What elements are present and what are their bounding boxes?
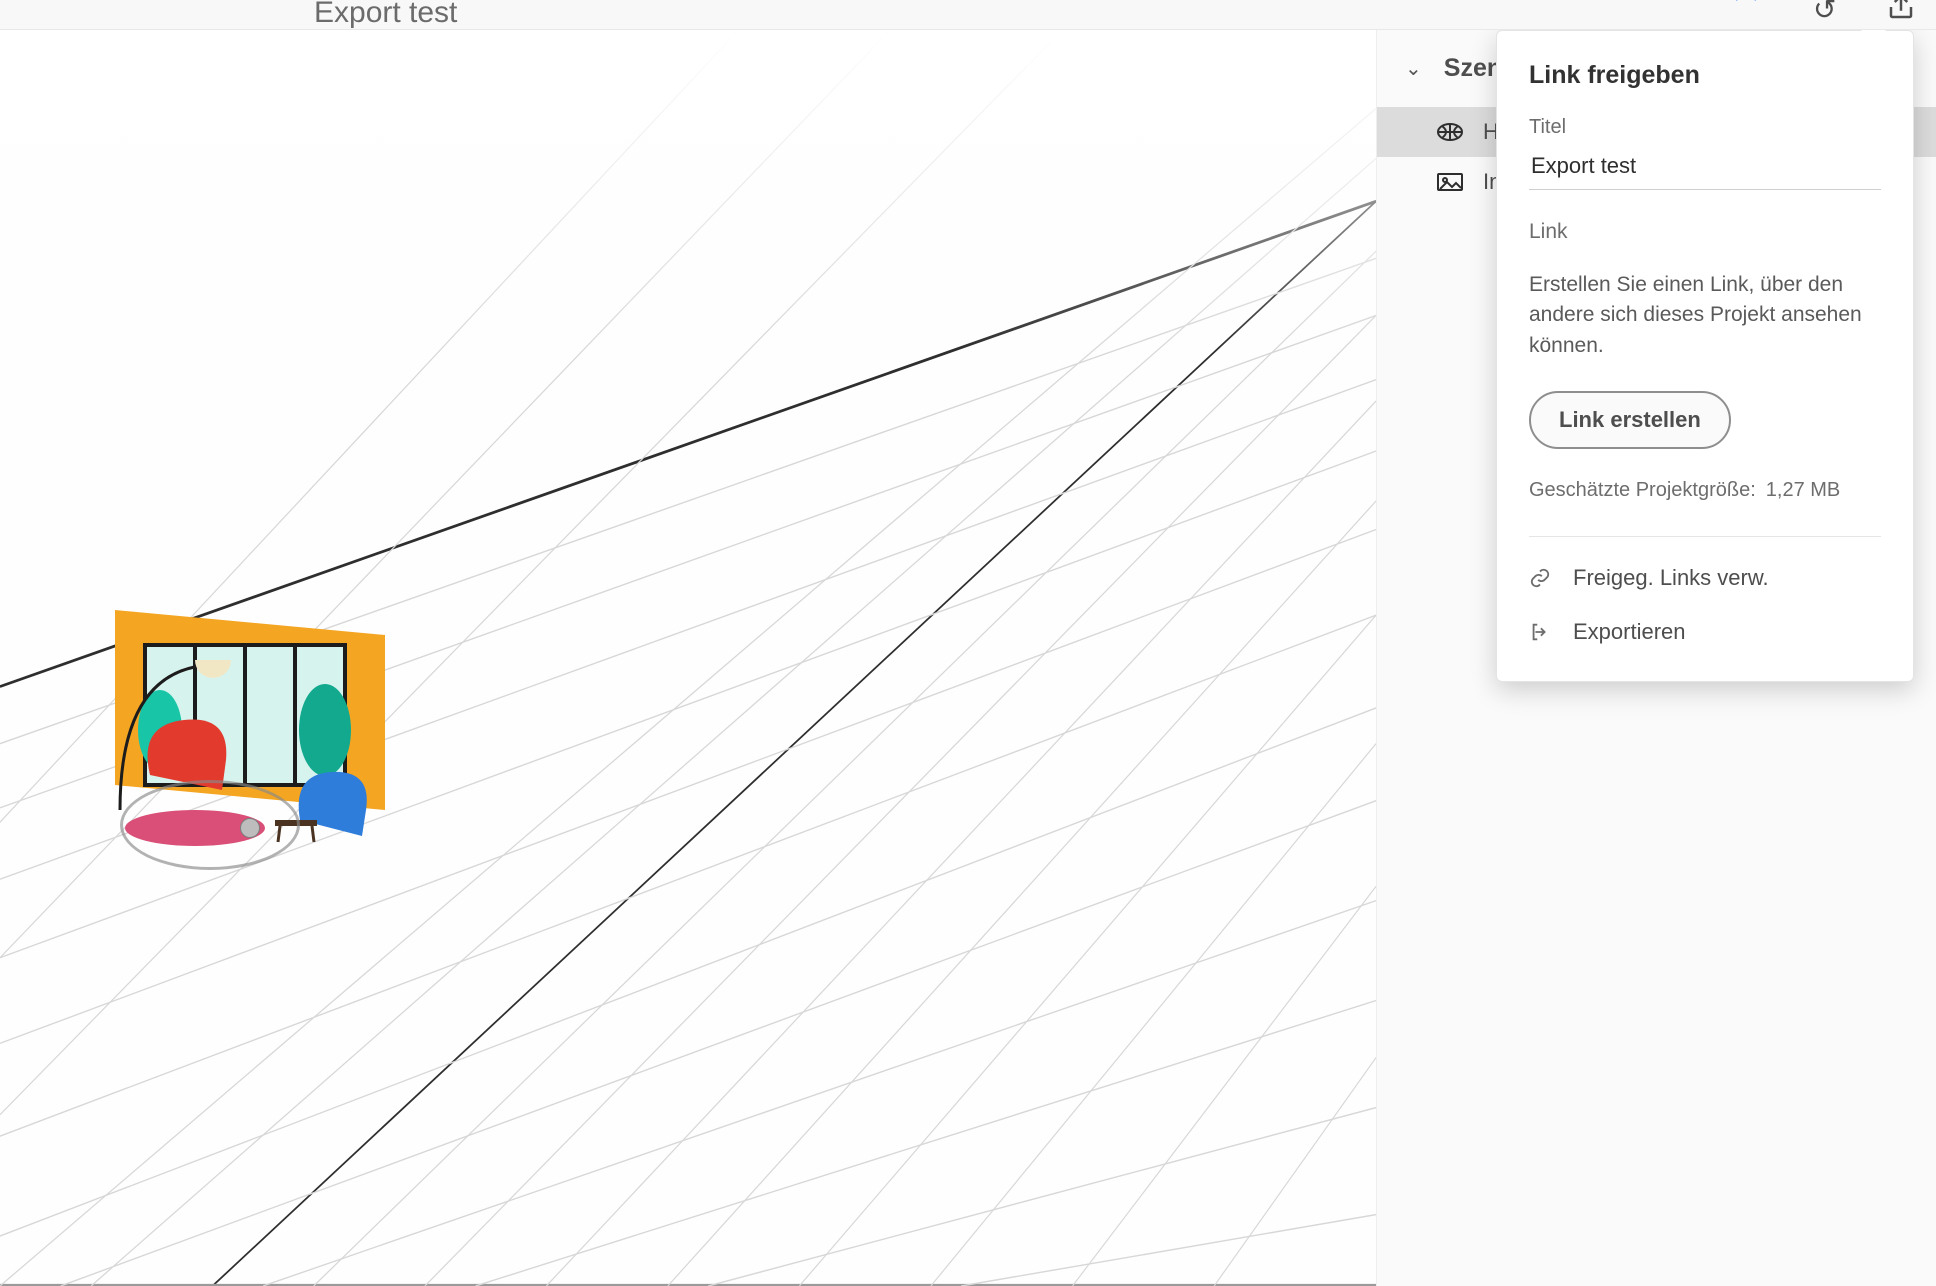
create-link-button[interactable]: Link erstellen — [1529, 391, 1731, 449]
share-popover-heading: Link freigeben — [1529, 61, 1881, 90]
share-title-label: Titel — [1529, 116, 1881, 139]
project-title: Export test — [314, 0, 457, 30]
project-size-label: Geschätzte Projektgröße: — [1529, 479, 1756, 502]
chevron-down-icon[interactable]: ⌄ — [1405, 56, 1422, 81]
undo-icon[interactable]: ↻ — [1813, 0, 1836, 26]
loading-spinner-icon — [1729, 0, 1763, 27]
top-toolbar: Export test ↻ — [0, 0, 1936, 30]
export-action-label: Exportieren — [1573, 619, 1686, 645]
export-icon — [1529, 621, 1551, 643]
share-popover: Link freigeben Titel Link Erstellen Sie … — [1496, 30, 1914, 682]
share-link-description: Erstellen Sie einen Link, über den ander… — [1529, 270, 1881, 361]
share-title-input[interactable] — [1529, 149, 1881, 190]
export-action[interactable]: Exportieren — [1529, 605, 1881, 659]
share-link-label: Link — [1529, 220, 1881, 244]
manage-shared-links-label: Freigeg. Links verw. — [1573, 565, 1769, 591]
link-icon — [1529, 567, 1551, 589]
image-icon — [1435, 172, 1465, 192]
manage-shared-links[interactable]: Freigeg. Links verw. — [1529, 551, 1881, 605]
perspective-grid — [0, 30, 1376, 1286]
viewport-canvas[interactable] — [0, 30, 1376, 1286]
share-icon[interactable] — [1886, 0, 1916, 27]
environment-icon — [1435, 122, 1465, 142]
project-size-value: 1,27 MB — [1766, 479, 1840, 502]
scene-panel: ⌄ Szene Hor Inn Link freigeben Titel Li — [1376, 30, 1936, 1286]
